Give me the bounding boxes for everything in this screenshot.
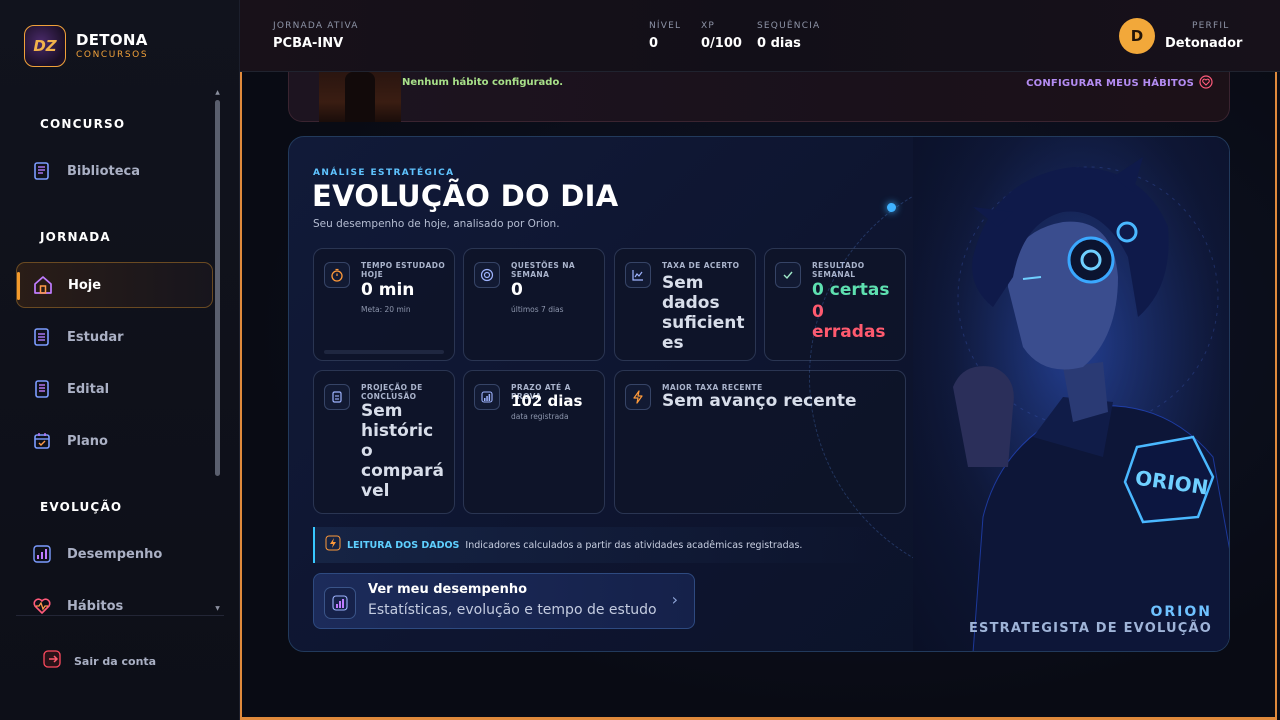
evolution-eyebrow: ANÁLISE ESTRATÉGICA [313,168,455,178]
stat-value: Sem históric o compará vel [361,401,444,501]
brand[interactable]: DZ DETONA CONCURSOS [24,25,148,67]
sidebar: DZ DETONA CONCURSOS CONCURSO Biblioteca … [0,0,240,720]
orion-name: ORION [1150,604,1212,620]
lightning-icon [325,535,341,555]
logout-icon [42,649,62,673]
stat-label: QUESTÕES NA SEMANA [511,261,576,279]
stat-value: 0 [511,280,523,300]
target-icon [474,262,500,288]
chevron-right-icon: › [671,590,678,609]
view-performance-button[interactable]: Ver meu desempenho Estatísticas, evoluçã… [313,573,695,629]
sidebar-item-label: Desempenho [67,546,163,562]
calendar-icon [31,430,53,452]
timer-icon [324,262,350,288]
stat-card-deadline: PRAZO ATÉ A PROVA 102 dias data registra… [463,370,605,514]
stat-value: Sem dados suficient es [662,273,745,353]
home-icon [32,274,54,296]
stat-card-accuracy: TAXA DE ACERTO Sem dados suficient es [614,248,756,361]
main-content: Nenhum hábito configurado. CONFIGURAR ME… [240,72,1277,720]
logout-label: Sair da conta [74,654,157,668]
configure-habits-label: CONFIGURAR MEUS HÁBITOS [1026,78,1194,89]
section-concurso: CONCURSO [40,117,126,131]
status-dot [887,203,896,212]
heart-pulse-icon [31,595,53,617]
sidebar-item-label: Hábitos [67,598,124,614]
orion-illustration: ORION [913,137,1229,651]
notebook-icon [31,326,53,348]
sidebar-divider [16,615,224,616]
habits-card: Nenhum hábito configurado. CONFIGURAR ME… [288,72,1230,122]
sidebar-item-desempenho[interactable]: Desempenho [16,531,213,577]
profile-label: PERFIL [1192,21,1230,31]
study-time-progress [324,350,444,354]
journey-value: PCBA-INV [273,36,344,51]
page-title: EVOLUÇÃO DO DIA [312,179,619,213]
sidebar-item-biblioteca[interactable]: Biblioteca [16,148,213,194]
top-bar: JORNADA ATIVA PCBA-INV NÍVEL 0 XP 0/100 … [240,0,1280,72]
stat-card-week-questions: QUESTÕES NA SEMANA 0 últimos 7 dias [463,248,605,361]
stat-label: TEMPO ESTUDADO HOJE [361,261,446,279]
level-label: NÍVEL [649,21,682,31]
logout-button[interactable]: Sair da conta [42,649,156,673]
sidebar-item-edital[interactable]: Edital [16,366,213,412]
habits-empty-message: Nenhum hábito configurado. [402,77,564,88]
bar-chart-icon [31,543,53,565]
section-jornada: JORNADA [40,230,111,244]
performance-button-title: Ver meu desempenho [368,582,528,597]
habits-character-image [319,72,401,122]
avatar[interactable]: D [1119,18,1155,54]
evolution-card: ANÁLISE ESTRATÉGICA EVOLUÇÃO DO DIA Seu … [288,136,1230,652]
brand-subtitle: CONCURSOS [76,50,149,60]
insight-key: LEITURA DOS DADOS [347,539,460,551]
clipboard-icon [324,384,350,410]
section-evolucao: EVOLUÇÃO [40,500,123,514]
evolution-subtitle: Seu desempenho de hoje, analisado por Or… [313,218,560,230]
sidebar-item-plano[interactable]: Plano [16,418,213,464]
sidebar-item-label: Hoje [68,277,102,293]
stat-note: data registrada [511,412,569,421]
sidebar-item-habitos[interactable]: Hábitos [16,583,213,629]
xp-value: 0/100 [701,36,742,51]
stat-label: TAXA DE ACERTO [662,261,740,270]
stat-note: Meta: 20 min [361,305,411,314]
document-icon [31,378,53,400]
bar-chart-icon [324,587,356,619]
sidebar-item-label: Edital [67,381,110,397]
stat-value: 102 dias [511,392,583,410]
orion-character-image: ORION [913,137,1229,651]
check-icon [775,262,801,288]
xp-label: XP [701,21,715,31]
journey-label: JORNADA ATIVA [273,21,359,31]
sidebar-item-estudar[interactable]: Estudar [16,314,213,360]
line-chart-icon [625,262,651,288]
streak-value: 0 dias [757,36,801,51]
scroll-up-icon[interactable]: ▲ [214,90,221,96]
stat-card-study-time: TEMPO ESTUDADO HOJE 0 min Meta: 20 min [313,248,455,361]
configure-habits-link[interactable]: CONFIGURAR MEUS HÁBITOS [1026,75,1213,92]
brand-logo: DZ [24,25,66,67]
stat-value: 0 min [361,280,415,300]
sidebar-item-label: Estudar [67,329,124,345]
level-value: 0 [649,36,659,51]
stat-note: últimos 7 dias [511,305,564,314]
stat-card-projection: PROJEÇÃO DE CONCLUSÃO Sem históric o compará… [313,370,455,514]
scrollbar-thumb[interactable] [215,100,220,476]
data-insight-bar: LEITURA DOS DADOS Indicadores calculados… [313,527,893,563]
sidebar-item-label: Plano [67,433,108,449]
orion-role: ESTRATEGISTA DE EVOLUÇÃO [968,621,1212,636]
sidebar-item-hoje[interactable]: Hoje [16,262,213,308]
performance-button-subtitle: Estatísticas, evolução e tempo de estudo [368,602,657,618]
lightning-icon [625,384,651,410]
sidebar-item-label: Biblioteca [67,163,141,179]
streak-label: SEQUÊNCIA [757,21,821,31]
scroll-down-icon[interactable]: ▼ [214,606,221,612]
stat-label: PROJEÇÃO DE CONCLUSÃO [361,383,423,401]
insight-text: Indicadores calculados a partir das ativ… [465,539,803,551]
heart-icon [1199,75,1213,92]
book-icon [31,160,53,182]
brand-title: DETONA [76,31,148,49]
profile-name[interactable]: Detonador [1165,36,1242,51]
sidebar-scrollbar[interactable]: ▲ ▼ [214,90,221,614]
bar-chart-icon [474,384,500,410]
